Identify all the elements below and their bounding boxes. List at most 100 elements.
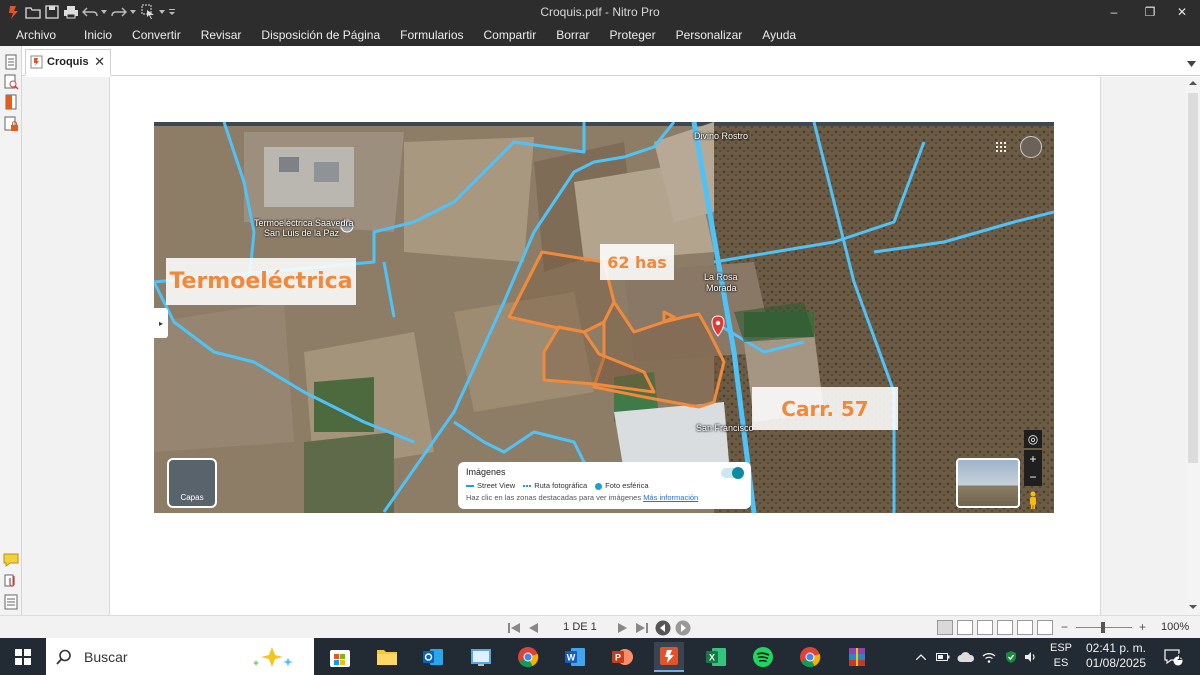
taskbar-spotify[interactable] (748, 642, 778, 672)
legend-ruta-label: Ruta fotográfica (534, 481, 588, 490)
start-button[interactable] (0, 638, 46, 675)
menu-convertir[interactable]: Convertir (122, 24, 191, 46)
legend-ruta: Ruta fotográfica (523, 481, 587, 490)
bookmarks-panel-icon[interactable] (3, 94, 19, 110)
spotify-icon (753, 647, 773, 667)
account-avatar (1020, 136, 1042, 158)
fit-page-icon[interactable] (1017, 620, 1033, 635)
security-panel-icon[interactable] (3, 116, 19, 132)
notification-center-icon[interactable]: 1 (1158, 638, 1188, 675)
place-label-morada: Morada (706, 283, 737, 293)
clock-time: 02:41 p. m. (1085, 641, 1147, 655)
map-side-panel-toggle: ▸ (154, 308, 168, 338)
scroll-up-icon[interactable] (1186, 77, 1200, 89)
first-page-icon[interactable] (506, 620, 522, 635)
pdf-file-icon (30, 55, 43, 69)
chrome-icon (518, 647, 539, 668)
menu-inicio[interactable]: Inicio (74, 24, 122, 46)
continuous-view-icon[interactable] (957, 620, 973, 635)
system-clock[interactable]: 02:41 p. m. 01/08/2025 (1076, 641, 1156, 671)
taskbar-word[interactable]: W (560, 642, 590, 672)
legend-street-view: Street View (466, 481, 515, 490)
attachments-panel-icon[interactable] (3, 572, 19, 588)
comments-panel-icon[interactable] (3, 552, 19, 568)
tab-croquis[interactable]: Croquis ✕ (25, 49, 111, 76)
facing-view-icon[interactable] (977, 620, 993, 635)
windows-logo-icon (15, 648, 31, 665)
map-terrain (154, 122, 1054, 513)
imagery-note-text: Haz clic en las zonas destacadas para ve… (466, 493, 642, 502)
taskbar-outlook[interactable] (418, 642, 448, 672)
document-tab-strip: Croquis ✕ (22, 46, 1200, 76)
taskbar-winrar[interactable] (842, 642, 872, 672)
imagery-legend: Street View Ruta fotográfica Foto esféri… (466, 481, 743, 490)
title-bar: Croquis.pdf - Nitro Pro – ❐ ✕ (0, 0, 1200, 24)
show-hidden-icons-icon[interactable] (912, 638, 930, 675)
previous-view-icon[interactable] (655, 620, 671, 635)
search-panel-icon[interactable] (3, 74, 19, 90)
continuous-facing-view-icon[interactable] (997, 620, 1013, 635)
output-panel-icon[interactable] (3, 594, 19, 610)
tab-list-dropdown-icon[interactable] (1187, 56, 1196, 70)
menu-personalizar[interactable]: Personalizar (666, 24, 753, 46)
taskbar-chrome-2[interactable] (795, 642, 825, 672)
taskbar-app-store[interactable] (325, 642, 355, 672)
taskbar-powerpoint[interactable]: P (607, 642, 637, 672)
next-page-icon[interactable] (616, 620, 630, 635)
menu-ayuda[interactable]: Ayuda (752, 24, 806, 46)
zoom-slider-thumb[interactable] (1101, 622, 1105, 633)
close-button[interactable]: ✕ (1164, 0, 1200, 24)
previous-page-icon[interactable] (526, 620, 540, 635)
input-language[interactable]: ESP ES (1046, 641, 1076, 671)
search-icon (56, 649, 71, 665)
scroll-down-icon[interactable] (1186, 601, 1200, 613)
taskbar-control-panel[interactable] (466, 642, 496, 672)
annotation-carr-57: Carr. 57 (752, 387, 898, 430)
menu-disposicion[interactable]: Disposición de Página (251, 24, 390, 46)
menu-borrar[interactable]: Borrar (546, 24, 599, 46)
volume-icon[interactable] (1022, 638, 1040, 675)
next-view-icon[interactable] (675, 620, 691, 635)
zoom-out-button[interactable]: − (1061, 620, 1068, 634)
menu-archivo[interactable]: Archivo (0, 24, 74, 46)
battery-icon[interactable] (934, 638, 952, 675)
chrome-icon (800, 647, 821, 668)
language-bottom: ES (1053, 657, 1069, 669)
copilot-sparkle-icon (253, 647, 293, 667)
imagery-toggle (721, 467, 744, 479)
taskbar-file-explorer[interactable] (372, 642, 402, 672)
fit-width-icon[interactable] (1037, 620, 1053, 635)
legend-foto: Foto esférica (595, 481, 649, 490)
imagery-panel: Imágenes Street View Ruta fotográfica Fo… (458, 462, 751, 509)
apps-grid-icon (996, 142, 1006, 152)
page-indicator[interactable]: 1 DE 1 (556, 621, 604, 633)
taskbar-nitro-pro[interactable] (654, 642, 684, 672)
menu-formularios[interactable]: Formularios (390, 24, 473, 46)
wifi-icon[interactable] (980, 638, 998, 675)
taskbar-search[interactable]: Buscar (46, 638, 314, 675)
legend-street-view-label: Street View (477, 481, 516, 490)
onedrive-icon[interactable] (956, 638, 976, 675)
nitro-pro-window: Croquis.pdf - Nitro Pro – ❐ ✕ Archivo In… (0, 0, 1200, 675)
vertical-scrollbar[interactable] (1186, 77, 1200, 615)
restore-button[interactable]: ❐ (1132, 0, 1168, 24)
scrollbar-thumb[interactable] (1188, 93, 1198, 463)
single-page-view-icon[interactable] (937, 620, 953, 635)
notification-count: 1 (1177, 652, 1183, 662)
zoom-level[interactable]: 100% (1161, 621, 1189, 633)
menu-compartir[interactable]: Compartir (474, 24, 547, 46)
menu-proteger[interactable]: Proteger (600, 24, 666, 46)
menu-bar: Archivo Inicio Convertir Revisar Disposi… (0, 24, 1200, 46)
tab-close-button[interactable]: ✕ (94, 54, 105, 70)
taskbar-excel[interactable]: X (701, 642, 731, 672)
minimize-button[interactable]: – (1096, 0, 1132, 24)
security-shield-icon[interactable] (1002, 638, 1020, 675)
clock-date: 01/08/2025 (1085, 656, 1147, 670)
zoom-in-button[interactable]: + (1139, 620, 1146, 634)
zoom-out-icon: − (1024, 468, 1042, 486)
pages-panel-icon[interactable] (3, 54, 19, 70)
menu-revisar[interactable]: Revisar (191, 24, 252, 46)
taskbar-chrome-1[interactable] (513, 642, 543, 672)
last-page-icon[interactable] (634, 620, 650, 635)
annotation-62-has: 62 has (600, 244, 674, 280)
